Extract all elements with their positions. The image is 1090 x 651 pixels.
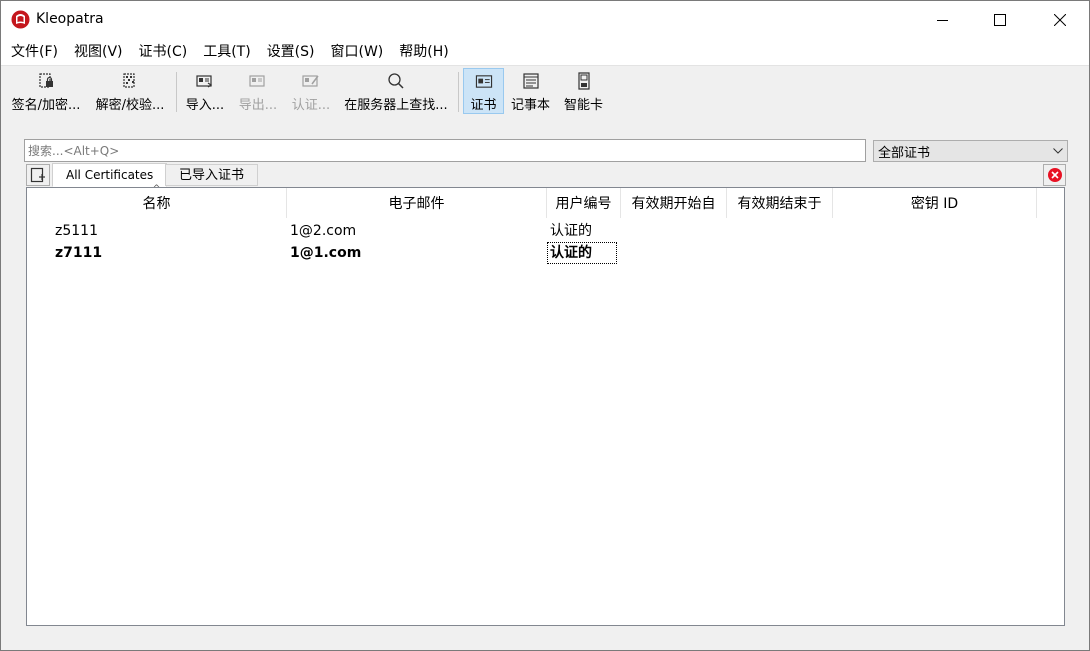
notepad-label: 记事本	[510, 98, 550, 113]
certify-label: 认证...	[291, 98, 331, 113]
toolbar: 签名/加密... 解密/校验... 导入... 导出... 认证... 在服务器…	[1, 65, 1089, 115]
sign-encrypt-button[interactable]: 签名/加密...	[7, 68, 85, 114]
column-header-valid-until[interactable]: 有效期结束于	[727, 188, 833, 218]
menu-settings[interactable]: 设置(S)	[259, 39, 323, 65]
column-header-key-id[interactable]: 密钥 ID	[833, 188, 1037, 218]
decrypt-verify-icon	[123, 73, 135, 88]
import-button[interactable]: 导入...	[181, 68, 229, 114]
cell-name: z7111	[55, 245, 103, 261]
column-header-user-id[interactable]: 用户编号	[547, 188, 621, 218]
sign-encrypt-label: 签名/加密...	[11, 98, 81, 113]
cell-key-id	[833, 242, 1037, 264]
import-certificate-icon	[196, 75, 213, 88]
smartcard-label: 智能卡	[563, 98, 603, 113]
new-tab-button[interactable]	[26, 164, 50, 186]
table-row[interactable]: z7111 1@1.com 认证的	[27, 242, 1064, 264]
title-bar: Kleopatra	[1, 1, 1089, 39]
decrypt-verify-button[interactable]: 解密/校验...	[91, 68, 169, 114]
certify-button[interactable]: 认证...	[287, 68, 335, 114]
maximize-icon	[994, 14, 1006, 26]
cell-key-id	[833, 220, 1037, 242]
certificate-filter-select[interactable]: 全部证书	[873, 140, 1068, 162]
cell-user-id: 认证的	[547, 242, 617, 264]
column-header-email[interactable]: 电子邮件	[287, 188, 547, 218]
menu-view[interactable]: 视图(V)	[66, 39, 131, 65]
close-icon	[1054, 14, 1066, 26]
export-label: 导出...	[238, 98, 278, 113]
table-header: ^ 名称 电子邮件 用户编号 有效期开始自 有效期结束于 密钥 ID	[27, 184, 1064, 218]
menu-window[interactable]: 窗口(W)	[323, 39, 392, 65]
chevron-down-icon	[1053, 148, 1063, 154]
minimize-button[interactable]	[919, 1, 965, 39]
cell-user-id: 认证的	[550, 223, 592, 239]
column-header-valid-from[interactable]: 有效期开始自	[621, 188, 727, 218]
toolbar-separator	[176, 72, 177, 112]
menu-file[interactable]: 文件(F)	[3, 39, 66, 65]
menu-bar: 文件(F) 视图(V) 证书(C) 工具(T) 设置(S) 窗口(W) 帮助(H…	[1, 39, 1089, 65]
certificate-icon	[475, 75, 492, 88]
smartcard-button[interactable]: 智能卡	[561, 68, 606, 114]
column-header-name[interactable]: ^ 名称	[27, 184, 287, 218]
cell-email: 1@1.com	[290, 245, 362, 261]
sort-ascending-icon: ^	[152, 184, 161, 194]
table-row[interactable]: z5111 1@2.com 认证的	[27, 220, 1064, 242]
cell-valid-from	[617, 242, 727, 264]
notepad-icon	[522, 73, 539, 89]
filter-selected-value: 全部证书	[878, 145, 931, 161]
smartcard-icon	[577, 72, 590, 90]
close-tab-icon	[1047, 168, 1062, 182]
import-label: 导入...	[185, 98, 225, 113]
cell-valid-until	[727, 220, 833, 242]
certify-icon	[302, 75, 319, 87]
export-button[interactable]: 导出...	[234, 68, 282, 114]
certificates-view-button[interactable]: 证书	[463, 68, 504, 114]
cell-valid-from	[621, 220, 727, 242]
window-title: Kleopatra	[36, 11, 104, 27]
sign-encrypt-icon	[39, 73, 53, 88]
close-tab-button[interactable]	[1043, 164, 1066, 186]
kleopatra-window: Kleopatra 文件(F) 视图(V) 证书(C) 工具(T) 设置(S) …	[0, 0, 1090, 651]
menu-certificates[interactable]: 证书(C)	[131, 39, 196, 65]
maximize-button[interactable]	[977, 1, 1023, 39]
notepad-button[interactable]: 记事本	[508, 68, 553, 114]
minimize-icon	[936, 19, 948, 21]
menu-tools[interactable]: 工具(T)	[195, 39, 258, 65]
decrypt-verify-label: 解密/校验...	[95, 98, 165, 113]
lookup-on-server-label: 在服务器上查找...	[344, 98, 448, 113]
export-certificate-icon	[249, 75, 265, 87]
tab-imported-certificates[interactable]: 已导入证书	[165, 164, 259, 186]
search-input[interactable]	[24, 139, 866, 162]
toolbar-separator	[458, 72, 459, 112]
new-tab-icon	[30, 167, 45, 183]
lookup-on-server-button[interactable]: 在服务器上查找...	[341, 68, 451, 114]
cell-name: z5111	[55, 223, 98, 239]
search-icon	[388, 73, 404, 89]
certificates-view-label: 证书	[470, 98, 497, 113]
certificate-table: ^ 名称 电子邮件 用户编号 有效期开始自 有效期结束于 密钥 ID z5111…	[26, 184, 1065, 626]
cell-valid-until	[727, 242, 833, 264]
close-window-button[interactable]	[1037, 1, 1083, 39]
menu-help[interactable]: 帮助(H)	[391, 39, 456, 65]
cell-email: 1@2.com	[290, 223, 357, 239]
kleopatra-logo-icon	[11, 10, 30, 29]
tab-all-certificates[interactable]: All Certificates	[52, 163, 168, 187]
